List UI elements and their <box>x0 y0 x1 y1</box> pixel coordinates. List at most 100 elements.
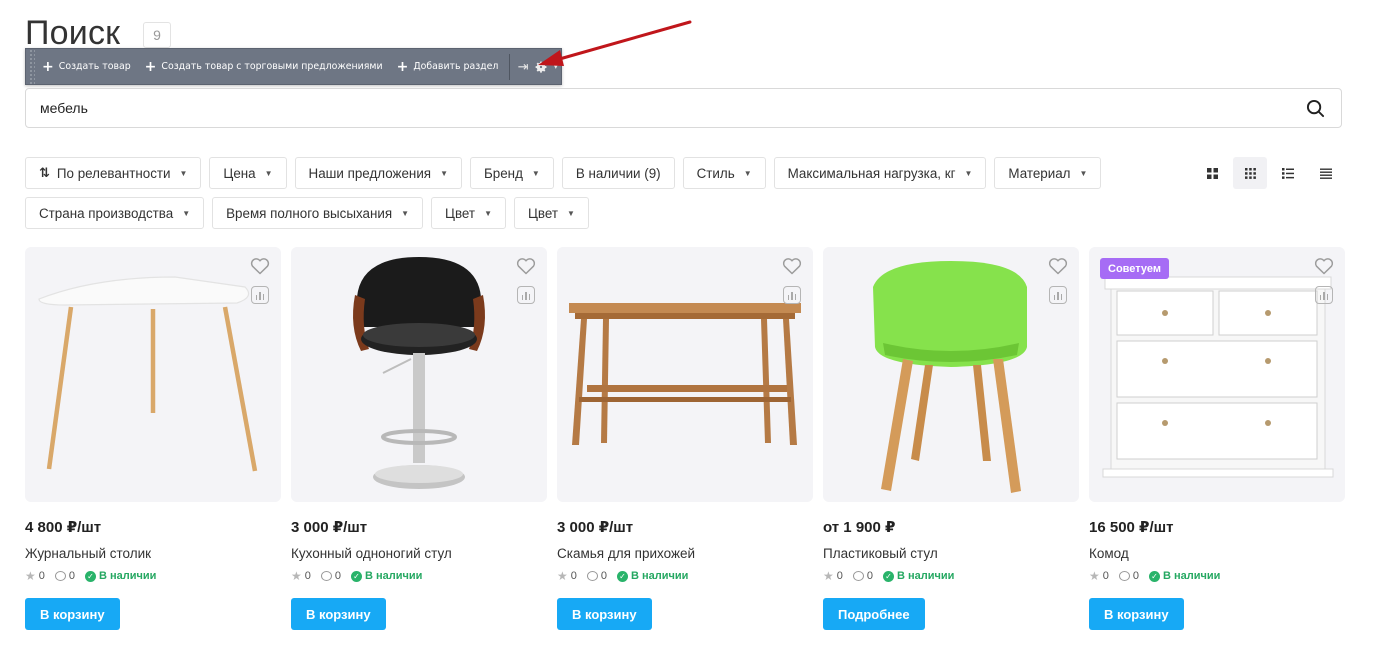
search-icon[interactable] <box>1303 96 1327 120</box>
stock-status: В наличии <box>365 570 423 582</box>
table-image <box>38 276 258 472</box>
filter-max-load[interactable]: Максимальная нагрузка, кг ▼ <box>773 157 987 189</box>
admin-toolbar: + Создать товар + Создать товар с торговым… <box>25 48 562 85</box>
comment-count: 0 <box>334 570 342 582</box>
filter-color-2[interactable]: Цвет ▼ <box>513 197 589 229</box>
comment-icon <box>1118 571 1130 581</box>
rating-count: 0 <box>570 570 577 582</box>
product-card: от 1 900 ₽ Пластиковый стул ★ 0 0 ✓ В нали… <box>823 247 1079 630</box>
chevron-down-icon: ▼ <box>264 168 273 178</box>
product-image[interactable]: Советуем ▬ · <box>1089 247 1345 502</box>
add-section-button[interactable]: + Добавить раздел <box>390 49 506 84</box>
filter-material[interactable]: Материал ▼ <box>994 157 1102 189</box>
compare-icon[interactable] <box>251 286 269 304</box>
comment-count: 0 <box>600 570 608 582</box>
comment-count: 0 <box>866 570 874 582</box>
heart-icon[interactable] <box>1314 257 1334 275</box>
heart-icon[interactable] <box>782 257 802 275</box>
check-icon: ✓ <box>883 570 895 582</box>
product-price: от 1 900 ₽ <box>823 519 896 536</box>
chevron-down-icon: ▼ <box>401 208 410 218</box>
product-price: 3 000 ₽/шт <box>557 519 634 536</box>
plastic-chair-image <box>873 261 1027 493</box>
compare-icon[interactable] <box>517 286 535 304</box>
filter-drying-time[interactable]: Время полного высыхания ▼ <box>212 197 424 229</box>
comment-count: 0 <box>68 570 76 582</box>
pin-icon[interactable]: ⇥ <box>514 49 532 84</box>
stock-status: В наличии <box>897 570 955 582</box>
product-card: ▬ ··· 3 000 ₽/шт Кухонный одноногий стул… <box>291 247 547 630</box>
create-product-button[interactable]: + Создать товар <box>35 49 138 84</box>
drag-handle[interactable] <box>29 49 36 84</box>
product-meta: ★ 0 0 ✓ В наличии <box>291 568 547 584</box>
create-product-with-offers-button[interactable]: + Создать товар с торговыми предложениями <box>138 49 390 84</box>
details-button[interactable]: Подробнее <box>823 598 925 630</box>
product-image[interactable]: ▬ · <box>25 247 281 502</box>
compare-icon[interactable] <box>1315 286 1333 304</box>
rating-count: 0 <box>304 570 311 582</box>
recommend-sticker: Советуем <box>1100 258 1169 279</box>
bar-stool-image <box>353 257 485 489</box>
sort-icon: ⇅ <box>39 165 50 180</box>
filter-brand[interactable]: Бренд ▼ <box>470 157 554 189</box>
product-image[interactable]: ▬ · <box>557 247 813 502</box>
add-to-cart-button[interactable]: В корзину <box>1089 598 1184 630</box>
chevron-down-icon[interactable]: ▾ <box>550 49 561 84</box>
product-card: Советуем ▬ · 16 500 ₽/шт Комод ★0 0 ✓В н… <box>1089 247 1345 630</box>
chevron-down-icon: ▼ <box>743 168 752 178</box>
product-image[interactable] <box>823 247 1079 502</box>
stock-status: В наличии <box>631 570 689 582</box>
chevron-down-icon: ▼ <box>567 208 575 218</box>
comment-icon <box>54 571 66 581</box>
heart-icon[interactable] <box>516 257 536 275</box>
comment-count: 0 <box>1132 570 1140 582</box>
filter-price[interactable]: Цена ▼ <box>209 157 287 189</box>
compare-icon[interactable] <box>783 286 801 304</box>
gallery-dots: ▬ · <box>675 498 693 502</box>
filter-in-stock[interactable]: В наличии (9) <box>561 157 675 189</box>
tile-large-icon[interactable] <box>1195 157 1229 189</box>
product-meta: ★ 0 0 ✓ В наличии <box>557 568 813 584</box>
filter-color[interactable]: Цвет ▼ <box>431 197 506 229</box>
product-name[interactable]: Комод <box>1089 546 1345 564</box>
filter-country[interactable]: Страна производства ▼ <box>25 197 205 229</box>
result-count-badge: 9 <box>143 22 171 48</box>
plus-icon: + <box>396 58 409 75</box>
product-image[interactable]: ▬ ··· <box>291 247 547 502</box>
gallery-dots: ▬ ··· <box>409 498 435 502</box>
gear-icon[interactable] <box>532 49 550 84</box>
comment-icon <box>586 571 598 581</box>
view-switcher <box>1195 157 1343 189</box>
star-icon: ★ <box>557 569 568 583</box>
rating-count: 0 <box>38 570 45 582</box>
list-icon[interactable] <box>1271 157 1305 189</box>
star-icon: ★ <box>823 569 834 583</box>
filter-offers[interactable]: Наши предложения ▼ <box>294 157 462 189</box>
chevron-down-icon: ▼ <box>484 208 492 218</box>
heart-icon[interactable] <box>1048 257 1068 275</box>
add-to-cart-button[interactable]: В корзину <box>557 598 652 630</box>
stock-status: В наличии <box>1163 570 1221 582</box>
comment-icon <box>320 571 332 581</box>
heart-icon[interactable] <box>250 257 270 275</box>
add-to-cart-button[interactable]: В корзину <box>291 598 386 630</box>
product-name[interactable]: Журнальный столик <box>25 546 281 564</box>
filter-style[interactable]: Стиль ▼ <box>682 157 766 189</box>
product-name[interactable]: Пластиковый стул <box>823 546 1079 564</box>
search-input[interactable] <box>40 100 1303 116</box>
compare-icon[interactable] <box>1049 286 1067 304</box>
add-to-cart-button[interactable]: В корзину <box>25 598 120 630</box>
table-icon[interactable] <box>1309 157 1343 189</box>
product-price: 3 000 ₽/шт <box>291 519 368 536</box>
sort-dropdown[interactable]: ⇅ По релевантности ▼ <box>25 157 202 189</box>
filter-bar: ⇅ По релевантности ▼ Цена ▼ Наши предложени… <box>25 157 1125 229</box>
product-name[interactable]: Кухонный одноногий стул <box>291 546 547 564</box>
check-icon: ✓ <box>85 570 97 582</box>
comment-icon <box>852 571 864 581</box>
gallery-dots: ▬ · <box>1207 498 1225 502</box>
dresser-image <box>1102 276 1334 478</box>
tile-small-icon[interactable] <box>1233 157 1267 189</box>
gallery-dots: ▬ · <box>143 498 161 502</box>
search-bar <box>25 88 1342 128</box>
product-name[interactable]: Скамья для прихожей <box>557 546 813 564</box>
